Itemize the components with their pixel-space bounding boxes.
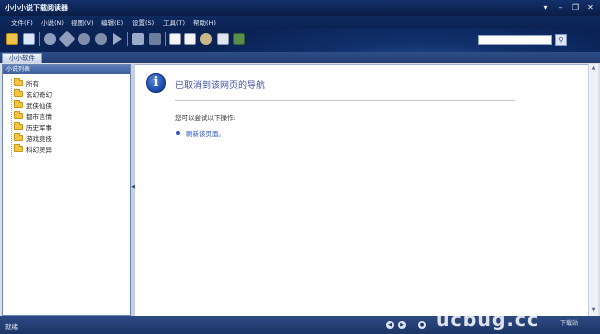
folder-icon <box>14 89 23 97</box>
watermark-subtitle: 下载站 <box>560 320 579 327</box>
search-input[interactable] <box>478 35 552 45</box>
tree-item-label: 武侠仙侠 <box>26 102 52 110</box>
tree-item-all[interactable]: 所有 <box>14 78 39 88</box>
status-text: 就绪 <box>5 323 18 331</box>
folder-icon <box>14 100 23 108</box>
window-controls: ▾ – ❐ ✕ <box>540 2 596 13</box>
search-icon: ⚲ <box>558 36 564 44</box>
open-folder-icon[interactable] <box>6 33 18 45</box>
stop-icon[interactable] <box>78 33 90 45</box>
link-icon[interactable] <box>58 30 76 48</box>
add-book-icon[interactable] <box>44 33 56 45</box>
exit-icon[interactable] <box>233 33 245 45</box>
library-icon[interactable] <box>23 33 35 45</box>
tree-item-label: 所有 <box>26 80 39 88</box>
tag-icon[interactable] <box>217 33 229 45</box>
document-icon[interactable] <box>169 33 181 45</box>
folder-icon <box>14 144 23 152</box>
tree-item-urban[interactable]: 都市言情 <box>14 111 52 121</box>
vertical-scrollbar[interactable]: ▲ ▼ <box>588 64 598 316</box>
menu-novel[interactable]: 小说(N) <box>41 17 64 27</box>
previous-icon[interactable]: ◀ <box>386 321 394 329</box>
menu-settings[interactable]: 设置(S) <box>132 17 154 27</box>
settings-icon[interactable] <box>200 33 212 45</box>
restore-button[interactable]: ❐ <box>570 2 581 13</box>
scroll-up-icon[interactable]: ▲ <box>589 64 598 73</box>
menu-file[interactable]: 文件(F) <box>11 17 33 27</box>
refresh-page-link[interactable]: 刷新该页面。 <box>186 128 225 138</box>
tree-connector <box>11 79 12 157</box>
toolbar-separator <box>127 32 128 46</box>
pause-icon[interactable] <box>95 33 107 45</box>
folder-icon <box>14 78 23 86</box>
play-icon[interactable] <box>113 33 122 45</box>
search-button[interactable]: ⚲ <box>555 34 567 46</box>
tree-item-scifi[interactable]: 科幻灵异 <box>14 144 52 154</box>
watermark-logo: ucbug.cc <box>436 309 540 331</box>
menu-view[interactable]: 视图(V) <box>71 17 94 27</box>
folder-icon <box>14 133 23 141</box>
info-icon: i <box>146 73 166 93</box>
tree-item-history[interactable]: 历史军事 <box>14 122 52 132</box>
menu-bar: 文件(F) 小说(N) 视图(V) 编辑(E) 设置(S) 工具(T) 帮助(H… <box>0 16 600 28</box>
minimize-button[interactable]: – <box>555 2 566 13</box>
close-button[interactable]: ✕ <box>585 2 596 13</box>
tree-item-fantasy[interactable]: 玄幻奇幻 <box>14 89 52 99</box>
tree-item-label: 历史军事 <box>26 124 52 132</box>
menu-help[interactable]: 帮助(H) <box>193 17 216 27</box>
tree-item-label: 科幻灵异 <box>26 146 52 154</box>
options-icon[interactable]: ● <box>418 321 426 329</box>
suggestion-text: 您可以尝试以下操作: <box>175 114 236 122</box>
edit-document-icon[interactable] <box>184 33 196 45</box>
bullet-icon <box>176 131 180 135</box>
toolbar-separator <box>39 32 40 46</box>
novel-list-panel: 小说列表 所有 玄幻奇幻 武侠仙侠 都市言情 历史军事 游戏竞技 科幻灵异 <box>2 64 131 316</box>
sidebar-header: 小说列表 <box>3 65 130 74</box>
next-icon[interactable]: ▶ <box>398 321 406 329</box>
tree-item-label: 游戏竞技 <box>26 135 52 143</box>
navigation-canceled-heading: 已取消到该网页的导航 <box>175 81 266 91</box>
binoculars-icon[interactable] <box>149 33 161 45</box>
window-title: 小小小说下载阅读器 <box>5 4 68 12</box>
folder-icon <box>14 111 23 119</box>
dropdown-window-button[interactable]: ▾ <box>540 2 551 13</box>
content-divider <box>175 100 515 101</box>
title-bar: 小小小说下载阅读器 ▾ – ❐ ✕ <box>0 0 600 16</box>
tree-item-label: 都市言情 <box>26 113 52 121</box>
toolbar-separator <box>165 32 166 46</box>
browser-content <box>135 64 588 316</box>
folder-icon <box>14 122 23 130</box>
tab-strip: 小小软件 <box>0 52 600 63</box>
scroll-down-icon[interactable]: ▼ <box>589 306 598 315</box>
tab-xiaoxiao-software[interactable]: 小小软件 <box>2 53 42 63</box>
tree-item-gaming[interactable]: 游戏竞技 <box>14 133 52 143</box>
tree-item-wuxia[interactable]: 武侠仙侠 <box>14 100 52 110</box>
monitor-icon[interactable] <box>132 33 144 45</box>
menu-edit[interactable]: 编辑(E) <box>101 17 123 27</box>
menu-tools[interactable]: 工具(T) <box>163 17 185 27</box>
tree-item-label: 玄幻奇幻 <box>26 91 52 99</box>
